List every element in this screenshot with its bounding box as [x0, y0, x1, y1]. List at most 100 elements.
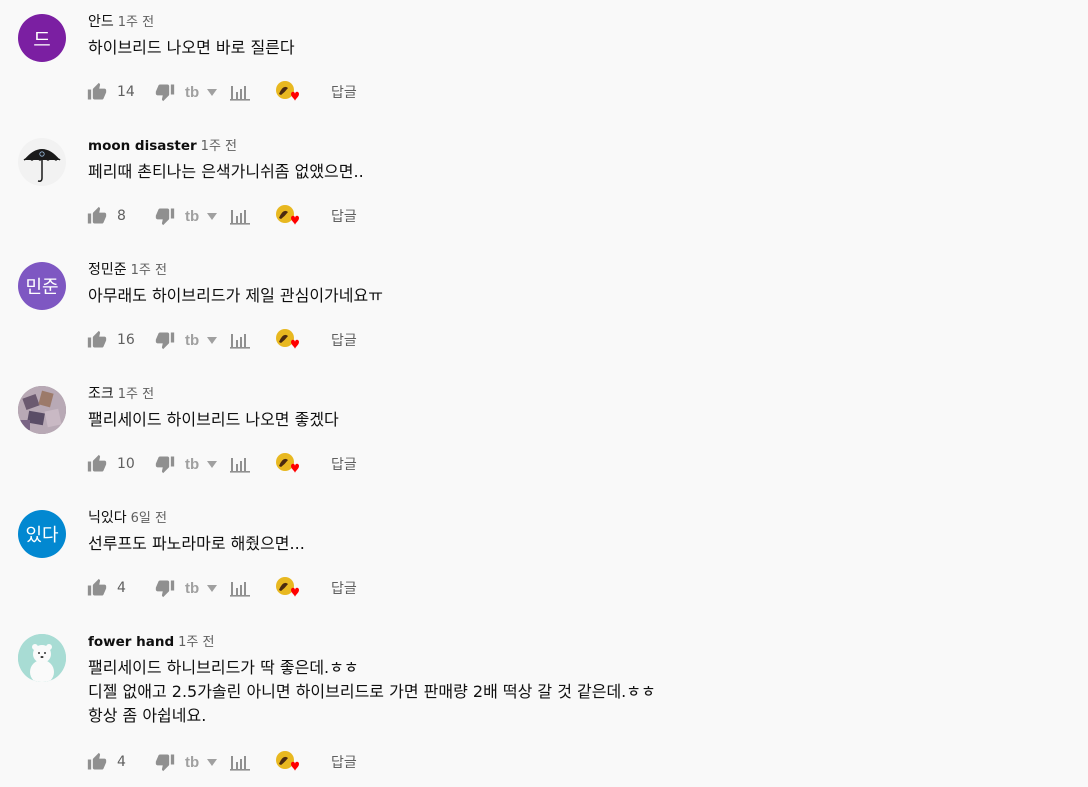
- thumb-up-icon[interactable]: [87, 82, 107, 102]
- svg-text:tb: tb: [185, 580, 199, 596]
- analytics-icon[interactable]: [229, 83, 251, 101]
- comment-header: moon disaster 1주 전: [88, 136, 237, 157]
- comment-time[interactable]: 1주 전: [178, 635, 214, 650]
- thumb-down-icon[interactable]: [155, 82, 175, 102]
- avatar[interactable]: 있다: [18, 510, 66, 558]
- creator-heart-icon: [275, 80, 301, 104]
- reply-button[interactable]: 답글: [331, 578, 357, 598]
- dropdown-arrow-icon: [207, 213, 217, 220]
- svg-text:tb: tb: [185, 754, 199, 770]
- avatar[interactable]: 드: [18, 14, 66, 62]
- reply-button[interactable]: 답글: [331, 454, 357, 474]
- avatar[interactable]: [18, 634, 66, 682]
- thumb-down-icon[interactable]: [155, 578, 175, 598]
- tubebuddy-icon[interactable]: tb: [185, 84, 221, 100]
- comment-line: 페리때 촌티나는 은색가니쉬좀 없앴으면..: [88, 162, 364, 181]
- avatar-initials: 드: [33, 28, 51, 51]
- comment-actions: 16 tb 답글: [87, 328, 357, 352]
- bear-avatar-icon: [18, 634, 66, 682]
- reply-button[interactable]: 답글: [331, 82, 357, 102]
- avatar-initials: 있다: [25, 525, 59, 546]
- reply-button[interactable]: 답글: [331, 330, 357, 350]
- comment-line: 팰리세이드 하니브리드가 딱 좋은데.ㅎㅎ: [88, 658, 359, 677]
- comment-line: 하이브리드 나오면 바로 질른다: [88, 38, 295, 57]
- svg-text:tb: tb: [185, 456, 199, 472]
- comment-time[interactable]: 1주 전: [118, 387, 154, 402]
- dropdown-arrow-icon: [207, 461, 217, 468]
- creator-heart-icon: [275, 204, 301, 228]
- avatar[interactable]: [18, 386, 66, 434]
- thumb-down-icon[interactable]: [155, 454, 175, 474]
- author-name[interactable]: fower hand: [88, 634, 174, 650]
- thumb-up-icon[interactable]: [87, 330, 107, 350]
- like-count: 4: [117, 754, 126, 770]
- analytics-icon[interactable]: [229, 455, 251, 473]
- thumb-down-icon[interactable]: [155, 206, 175, 226]
- reply-button[interactable]: 답글: [331, 752, 357, 772]
- photo-avatar-icon: [18, 386, 66, 434]
- svg-text:tb: tb: [185, 332, 199, 348]
- thumb-up-icon[interactable]: [87, 752, 107, 772]
- tubebuddy-icon[interactable]: tb: [185, 754, 221, 770]
- like-count: 10: [117, 456, 135, 472]
- thumb-down-icon[interactable]: [155, 752, 175, 772]
- comment-actions: 4 tb 답글: [87, 576, 357, 600]
- comment-header: 안드 1주 전: [88, 12, 154, 33]
- comment-text: 아무래도 하이브리드가 제일 관심이가네요ㅠ: [88, 284, 383, 308]
- comment-actions: 8 tb 답글: [87, 204, 357, 228]
- comment-time[interactable]: 1주 전: [131, 263, 167, 278]
- comment-header: 닉있다 6일 전: [88, 508, 167, 529]
- comment-time[interactable]: 6일 전: [131, 511, 167, 526]
- comment-time[interactable]: 1주 전: [118, 15, 154, 30]
- comment-line: 항상 좀 아쉽네요.: [88, 706, 207, 725]
- avatar[interactable]: [18, 138, 66, 186]
- thumb-up-icon[interactable]: [87, 454, 107, 474]
- thumb-up-icon[interactable]: [87, 206, 107, 226]
- dropdown-arrow-icon: [207, 759, 217, 766]
- svg-text:tb: tb: [185, 84, 199, 100]
- reply-button[interactable]: 답글: [331, 206, 357, 226]
- comment-line: 아무래도 하이브리드가 제일 관심이가네요ㅠ: [88, 286, 383, 305]
- analytics-icon[interactable]: [229, 331, 251, 349]
- analytics-icon[interactable]: [229, 753, 251, 771]
- creator-heart-icon: [275, 328, 301, 352]
- comment-header: fower hand 1주 전: [88, 632, 214, 653]
- comment-header: 조크 1주 전: [88, 384, 154, 405]
- comment-text: 선루프도 파노라마로 해줬으면...: [88, 532, 305, 556]
- dropdown-arrow-icon: [207, 337, 217, 344]
- thumb-up-icon[interactable]: [87, 578, 107, 598]
- creator-heart-icon: [275, 750, 301, 774]
- like-count: 4: [117, 580, 126, 596]
- comment-actions: 14 tb 답글: [87, 80, 357, 104]
- author-name[interactable]: 닉있다: [88, 510, 127, 526]
- like-count: 8: [117, 208, 126, 224]
- comment-line: 선루프도 파노라마로 해줬으면...: [88, 534, 305, 553]
- comment-line: 팰리세이드 하이브리드 나오면 좋겠다: [88, 410, 339, 429]
- author-name[interactable]: moon disaster: [88, 138, 197, 154]
- tubebuddy-icon[interactable]: tb: [185, 332, 221, 348]
- comment-header: 정민준 1주 전: [88, 260, 167, 281]
- analytics-icon[interactable]: [229, 579, 251, 597]
- tubebuddy-icon[interactable]: tb: [185, 208, 221, 224]
- avatar[interactable]: 민준: [18, 262, 66, 310]
- creator-heart-icon: [275, 452, 301, 476]
- comment-text: 페리때 촌티나는 은색가니쉬좀 없앴으면..: [88, 160, 364, 184]
- creator-heart-icon: [275, 576, 301, 600]
- comment-text: 하이브리드 나오면 바로 질른다: [88, 36, 295, 60]
- tubebuddy-icon[interactable]: tb: [185, 456, 221, 472]
- svg-text:tb: tb: [185, 208, 199, 224]
- comment-line: 디젤 없애고 2.5가솔린 아니면 하이브리드로 가면 판매량 2배 떡상 갈 …: [88, 682, 656, 701]
- author-name[interactable]: 조크: [88, 386, 114, 402]
- comment-actions: 4 tb 답글: [87, 750, 357, 774]
- author-name[interactable]: 안드: [88, 14, 114, 30]
- like-count: 14: [117, 84, 135, 100]
- tubebuddy-icon[interactable]: tb: [185, 580, 221, 596]
- dropdown-arrow-icon: [207, 585, 217, 592]
- comment-text: 팰리세이드 하이브리드 나오면 좋겠다: [88, 408, 339, 432]
- author-name[interactable]: 정민준: [88, 262, 127, 278]
- umbrella-icon: [23, 149, 61, 182]
- avatar-initials: 민준: [25, 277, 59, 298]
- analytics-icon[interactable]: [229, 207, 251, 225]
- comment-time[interactable]: 1주 전: [201, 139, 237, 154]
- thumb-down-icon[interactable]: [155, 330, 175, 350]
